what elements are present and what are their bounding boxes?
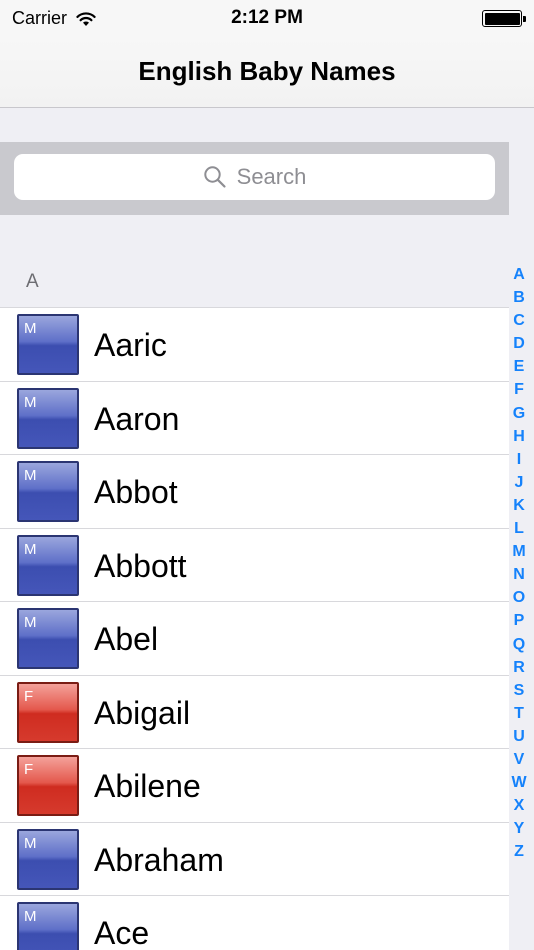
gender-badge: M <box>17 387 79 449</box>
index-letter[interactable]: C <box>513 309 525 332</box>
list-item[interactable]: F Abilene <box>0 749 509 823</box>
section-header-letter: A <box>26 271 39 292</box>
list-item[interactable]: M Aaron <box>0 382 509 455</box>
gender-letter: F <box>24 761 34 778</box>
baby-name: Abbott <box>94 547 187 584</box>
gender-badge: M <box>17 314 79 375</box>
gender-badge: M <box>17 902 79 950</box>
index-letter[interactable]: S <box>514 679 525 702</box>
search-placeholder: Search <box>236 164 307 189</box>
index-letter[interactable]: P <box>514 609 525 632</box>
baby-name: Abel <box>94 621 159 657</box>
list-item[interactable]: M Abel <box>0 602 509 676</box>
section-header: A <box>0 215 509 307</box>
index-letter[interactable]: E <box>514 355 525 378</box>
index-letter[interactable]: J <box>515 471 524 494</box>
baby-name: Abilene <box>94 768 201 804</box>
gender-badge: M <box>17 461 79 522</box>
index-letter[interactable]: T <box>514 702 524 725</box>
index-letter[interactable]: H <box>513 425 525 448</box>
list-item[interactable]: M Aaric <box>0 308 509 382</box>
index-letter[interactable]: U <box>513 725 525 748</box>
gender-letter: M <box>24 614 37 631</box>
battery-icon <box>482 10 526 27</box>
gender-badge: M <box>17 608 79 669</box>
gender-letter: M <box>24 834 37 852</box>
index-letter[interactable]: B <box>513 286 525 309</box>
gender-badge: F <box>17 681 79 743</box>
gender-letter: M <box>24 908 37 925</box>
index-letter[interactable]: Z <box>514 840 524 863</box>
index-letter[interactable]: F <box>514 378 524 401</box>
search-bar: Search <box>0 142 509 215</box>
list-item[interactable]: M Abbott <box>0 529 509 602</box>
baby-name: Abigail <box>94 694 191 731</box>
index-letter[interactable]: R <box>513 656 525 679</box>
gender-letter: M <box>24 540 37 558</box>
index-letter[interactable]: Q <box>513 633 525 656</box>
search-input[interactable]: Search <box>14 154 495 200</box>
list-item[interactable]: F Abigail <box>0 676 509 749</box>
list-item[interactable]: M Abraham <box>0 823 509 896</box>
list-item[interactable]: M Ace <box>0 896 509 950</box>
index-letter[interactable]: M <box>512 540 525 563</box>
index-letter[interactable]: V <box>514 748 525 771</box>
index-letter[interactable]: W <box>511 771 526 794</box>
gender-badge: F <box>17 755 79 816</box>
gender-badge: M <box>17 828 79 890</box>
index-letter[interactable]: N <box>513 563 525 586</box>
baby-name: Aaron <box>94 400 180 437</box>
index-letter[interactable]: L <box>514 517 524 540</box>
index-letter[interactable]: A <box>513 263 525 286</box>
search-icon <box>203 166 226 188</box>
navigation-bar: English Baby Names <box>0 38 534 108</box>
baby-name: Abraham <box>94 841 224 878</box>
list-item[interactable]: M Abbot <box>0 455 509 529</box>
names-list: M Aaric M Aaron M Abbot M Abbott M Abel F Abigail F A… <box>0 307 509 950</box>
section-index[interactable]: ABCDEFGHIJKLMNOPQRSTUVWXYZ <box>510 263 528 863</box>
index-letter[interactable]: X <box>514 794 525 817</box>
baby-name: Aaric <box>94 327 167 363</box>
gender-letter: M <box>24 320 37 337</box>
gender-letter: M <box>24 467 37 484</box>
index-letter[interactable]: O <box>513 586 525 609</box>
baby-name: Ace <box>94 915 150 950</box>
index-letter[interactable]: G <box>513 402 525 425</box>
baby-name: Abbot <box>94 474 178 510</box>
index-letter[interactable]: I <box>517 448 521 471</box>
index-letter[interactable]: D <box>513 332 525 355</box>
page-title: English Baby Names <box>138 56 396 86</box>
gender-badge: M <box>17 534 79 596</box>
index-letter[interactable]: K <box>513 494 525 517</box>
status-bar: Carrier 2:12 PM <box>0 0 534 38</box>
gender-letter: M <box>24 393 37 411</box>
index-letter[interactable]: Y <box>514 817 525 840</box>
gender-letter: F <box>24 687 34 705</box>
status-time: 2:12 PM <box>231 7 303 28</box>
